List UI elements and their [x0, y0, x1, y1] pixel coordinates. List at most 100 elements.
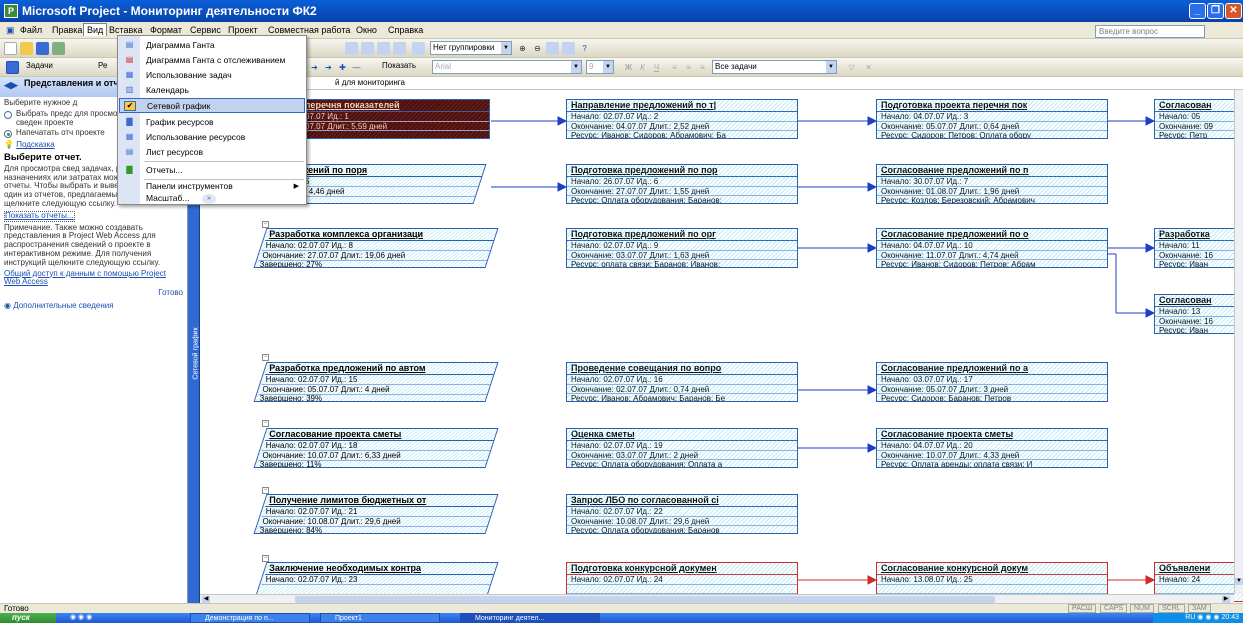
hint-link[interactable]: Подсказка	[16, 140, 55, 149]
menu-item-task-usage[interactable]: ▦ Использование задач	[119, 68, 305, 83]
more-info-link[interactable]: Дополнительные сведения	[13, 301, 113, 310]
menu-edit[interactable]: Правка	[49, 24, 85, 36]
task-node[interactable]: Согласование проекта сметы Начало: 04.07.…	[876, 428, 1108, 468]
save-icon[interactable]	[36, 42, 49, 55]
resources-button[interactable]: Ре	[96, 60, 118, 74]
entry-bar[interactable]: й для мониторинга	[200, 77, 1243, 90]
scroll-down-arrow-icon[interactable]: ▼	[1235, 578, 1243, 585]
print-icon[interactable]	[52, 42, 65, 55]
grouping-select[interactable]: Нет группировки ▼	[430, 41, 512, 55]
collapse-toggle[interactable]: −	[262, 487, 269, 494]
task-node[interactable]: Разработка Начало: 11 Окончание: 16 Ресурс:…	[1154, 228, 1243, 268]
task-node[interactable]: Согласование предложений по а Начало: 03.…	[876, 362, 1108, 402]
expand-menu-chevron-icon[interactable]: »	[202, 194, 216, 204]
back-forward-icons[interactable]: ◀▶	[4, 81, 18, 93]
help-icon[interactable]: ?	[578, 42, 591, 55]
task-node[interactable]: Оценка сметы Начало: 02.07.07 Ид.: 19 Окон…	[566, 428, 798, 468]
project-guide-icon[interactable]	[6, 61, 19, 74]
goto-task-icon[interactable]	[546, 42, 559, 55]
menu-item-reports[interactable]: ▇ Отчеты...	[119, 163, 305, 178]
done-link[interactable]: Готово	[4, 288, 183, 298]
task-node[interactable]: Запрос ЛБО по согласованной сі Начало: 02…	[566, 494, 798, 534]
align-center-icon[interactable]: ≡	[682, 61, 695, 74]
summary-node[interactable]: Согласование проекта сметы Начало: 02.07.…	[253, 428, 499, 468]
horizontal-scrollbar[interactable]: ◀ ▶	[200, 594, 1234, 603]
split-icon[interactable]	[377, 42, 390, 55]
menu-item-tracking-gantt[interactable]: ▤ Диаграмма Ганта с отслеживанием	[119, 53, 305, 68]
filter-select[interactable]: Все задачи ▼	[712, 60, 837, 74]
task-node[interactable]: Согласование предложений по о Начало: 04.…	[876, 228, 1108, 268]
indent-icon[interactable]: ➔	[308, 61, 321, 74]
radio-view[interactable]	[4, 110, 12, 119]
task-node[interactable]: Согласован Начало: 05 Окончание: 09 Ресурс:…	[1154, 99, 1243, 139]
collapse-toggle[interactable]: −	[262, 555, 269, 562]
outdent-icon[interactable]: ➔	[322, 61, 335, 74]
show-button[interactable]: Показать	[380, 60, 430, 74]
show-subtasks-icon[interactable]: ✚	[336, 61, 349, 74]
taskbar-item-demo[interactable]: Демонстрация по п...	[190, 613, 310, 623]
menu-item-network-diagram[interactable]: ✔ Сетевой график	[119, 98, 305, 113]
tasks-button[interactable]: Задачи	[24, 60, 76, 74]
menu-help[interactable]: Справка	[385, 24, 426, 36]
minimize-button[interactable]: _	[1189, 3, 1206, 19]
horizontal-scroll-thumb[interactable]	[295, 596, 995, 603]
start-button[interactable]: пуск	[0, 613, 56, 623]
link-icon[interactable]	[345, 42, 358, 55]
network-diagram[interactable]: − − − − − перечня показателей 07.07 Ид.: …	[200, 90, 1243, 603]
pwa-link[interactable]: Общий доступ к данным с помощью Project …	[4, 269, 183, 288]
radio-print[interactable]	[4, 130, 12, 139]
collapse-toggle[interactable]: −	[262, 354, 269, 361]
quicklaunch-icons[interactable]: ◉ ◉ ◉	[70, 613, 92, 623]
more-info-row[interactable]: ◉ Дополнительные сведения	[4, 301, 183, 311]
task-node[interactable]: Подготовка проекта перечня пок Начало: 04…	[876, 99, 1108, 139]
hide-subtasks-icon[interactable]: —	[350, 61, 363, 74]
menu-window[interactable]: Окно	[353, 24, 380, 36]
new-icon[interactable]	[4, 42, 17, 55]
autofilter-icon[interactable]: ▽	[845, 61, 858, 74]
summary-node[interactable]: Разработка комплекса организаци Начало: 0…	[253, 228, 499, 268]
vertical-scrollbar[interactable]: ▼	[1234, 90, 1243, 594]
close-button[interactable]: ✕	[1225, 3, 1242, 19]
task-node[interactable]: перечня показателей 07.07 Ид.: 1 07.07 Дли…	[300, 99, 490, 139]
copy-picture-icon[interactable]	[562, 42, 575, 55]
doc-icon[interactable]: ▣	[3, 24, 18, 37]
task-node[interactable]: Согласование предложений по п Начало: 30.…	[876, 164, 1108, 204]
task-node[interactable]: Направление предложений по т| Начало: 02.…	[566, 99, 798, 139]
menu-item-resource-graph[interactable]: ▇ График ресурсов	[119, 115, 305, 130]
scroll-left-arrow-icon[interactable]: ◀	[202, 596, 210, 603]
align-left-icon[interactable]: ≡	[668, 61, 681, 74]
task-info-icon[interactable]	[393, 42, 406, 55]
task-node[interactable]: Проведение совещания по вопро Начало: 02.…	[566, 362, 798, 402]
notes-icon[interactable]	[412, 42, 425, 55]
italic-button[interactable]: К	[636, 61, 649, 74]
menu-view[interactable]: Вид	[83, 23, 108, 36]
font-size-select[interactable]: 9 ▼	[586, 60, 614, 74]
bold-button[interactable]: Ж	[622, 61, 635, 74]
font-select[interactable]: Arial ▼	[432, 60, 582, 74]
language-indicator[interactable]: RU	[1185, 614, 1195, 621]
collapse-toggle[interactable]: −	[262, 420, 269, 427]
menu-item-gantt[interactable]: ▤ Диаграмма Ганта	[119, 38, 305, 53]
menu-file[interactable]: Файл	[17, 24, 45, 36]
task-node[interactable]: Подготовка предложений по орг Начало: 02.…	[566, 228, 798, 268]
tray-icons[interactable]: ◉ ◉ ◉	[1197, 614, 1221, 621]
task-node[interactable]: Подготовка предложений по пор Начало: 26.…	[566, 164, 798, 204]
taskbar-item-project1[interactable]: Проект1	[320, 613, 440, 623]
show-reports-link[interactable]: Показать отчеты...	[4, 210, 75, 222]
open-icon[interactable]	[20, 42, 33, 55]
zoom-out-icon[interactable]: ⊖	[531, 42, 544, 55]
menu-item-resource-usage[interactable]: ▦ Использование ресурсов	[119, 130, 305, 145]
collapse-toggle[interactable]: −	[262, 221, 269, 228]
taskbar-item-monitoring[interactable]: Мониторинг деятел...	[460, 613, 600, 623]
summary-node[interactable]: Получение лимитов бюджетных от Начало: 02…	[253, 494, 499, 534]
unlink-icon[interactable]	[361, 42, 374, 55]
help-search-input[interactable]: Введите вопрос	[1095, 25, 1205, 38]
zoom-in-icon[interactable]: ⊕	[516, 42, 529, 55]
filter-off-icon[interactable]: ✕	[862, 61, 875, 74]
summary-node[interactable]: Разработка предложений по автом Начало: 0…	[253, 362, 499, 402]
underline-button[interactable]: Ч	[650, 61, 663, 74]
scroll-right-arrow-icon[interactable]: ▶	[1222, 596, 1230, 603]
align-right-icon[interactable]: ≡	[696, 61, 709, 74]
menu-item-resource-sheet[interactable]: ▤ Лист ресурсов	[119, 145, 305, 160]
task-node[interactable]: Согласован Начало: 13 Окончание: 16 Ресурс:…	[1154, 294, 1243, 334]
